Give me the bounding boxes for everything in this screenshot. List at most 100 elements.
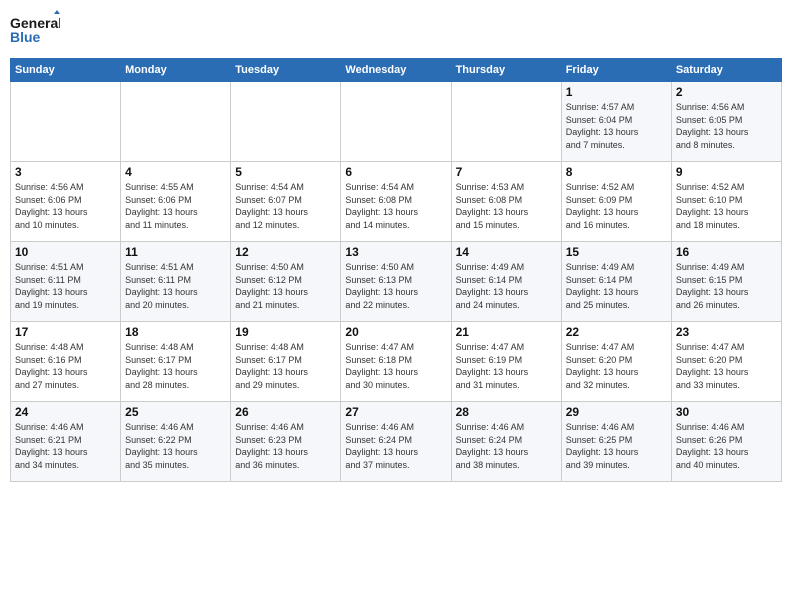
weekday-header-wednesday: Wednesday	[341, 59, 451, 82]
day-info: Sunrise: 4:46 AM Sunset: 6:25 PM Dayligh…	[566, 421, 667, 471]
day-info: Sunrise: 4:56 AM Sunset: 6:05 PM Dayligh…	[676, 101, 777, 151]
day-info: Sunrise: 4:49 AM Sunset: 6:14 PM Dayligh…	[456, 261, 557, 311]
day-info: Sunrise: 4:52 AM Sunset: 6:10 PM Dayligh…	[676, 181, 777, 231]
day-info: Sunrise: 4:54 AM Sunset: 6:07 PM Dayligh…	[235, 181, 336, 231]
week-row-5: 24 Sunrise: 4:46 AM Sunset: 6:21 PM Dayli…	[11, 402, 782, 482]
day-number: 11	[125, 245, 226, 259]
day-number: 22	[566, 325, 667, 339]
calendar-cell: 27 Sunrise: 4:46 AM Sunset: 6:24 PM Dayli…	[341, 402, 451, 482]
calendar-header: SundayMondayTuesdayWednesdayThursdayFrid…	[11, 59, 782, 82]
day-number: 25	[125, 405, 226, 419]
logo-svg: General Blue	[10, 10, 60, 50]
day-info: Sunrise: 4:53 AM Sunset: 6:08 PM Dayligh…	[456, 181, 557, 231]
day-info: Sunrise: 4:46 AM Sunset: 6:23 PM Dayligh…	[235, 421, 336, 471]
calendar-cell: 20 Sunrise: 4:47 AM Sunset: 6:18 PM Dayli…	[341, 322, 451, 402]
day-number: 15	[566, 245, 667, 259]
day-info: Sunrise: 4:49 AM Sunset: 6:14 PM Dayligh…	[566, 261, 667, 311]
day-number: 8	[566, 165, 667, 179]
day-info: Sunrise: 4:56 AM Sunset: 6:06 PM Dayligh…	[15, 181, 116, 231]
day-info: Sunrise: 4:54 AM Sunset: 6:08 PM Dayligh…	[345, 181, 446, 231]
calendar-cell: 29 Sunrise: 4:46 AM Sunset: 6:25 PM Dayli…	[561, 402, 671, 482]
day-info: Sunrise: 4:50 AM Sunset: 6:12 PM Dayligh…	[235, 261, 336, 311]
day-info: Sunrise: 4:46 AM Sunset: 6:24 PM Dayligh…	[456, 421, 557, 471]
day-number: 27	[345, 405, 446, 419]
day-number: 30	[676, 405, 777, 419]
day-info: Sunrise: 4:46 AM Sunset: 6:21 PM Dayligh…	[15, 421, 116, 471]
weekday-header-thursday: Thursday	[451, 59, 561, 82]
calendar-cell: 22 Sunrise: 4:47 AM Sunset: 6:20 PM Dayli…	[561, 322, 671, 402]
day-info: Sunrise: 4:46 AM Sunset: 6:26 PM Dayligh…	[676, 421, 777, 471]
day-number: 5	[235, 165, 336, 179]
weekday-header-sunday: Sunday	[11, 59, 121, 82]
calendar-cell: 19Sunrise: 4:48 AM Sunset: 6:17 PM Dayli…	[231, 322, 341, 402]
calendar-cell	[11, 82, 121, 162]
calendar-cell: 5 Sunrise: 4:54 AM Sunset: 6:07 PM Daylig…	[231, 162, 341, 242]
day-info: Sunrise: 4:48 AM Sunset: 6:16 PM Dayligh…	[15, 341, 116, 391]
day-number: 2	[676, 85, 777, 99]
calendar-cell: 25 Sunrise: 4:46 AM Sunset: 6:22 PM Dayli…	[121, 402, 231, 482]
calendar-cell: 8 Sunrise: 4:52 AM Sunset: 6:09 PM Daylig…	[561, 162, 671, 242]
day-info: Sunrise: 4:52 AM Sunset: 6:09 PM Dayligh…	[566, 181, 667, 231]
calendar-cell: 4 Sunrise: 4:55 AM Sunset: 6:06 PM Daylig…	[121, 162, 231, 242]
weekday-header-row: SundayMondayTuesdayWednesdayThursdayFrid…	[11, 59, 782, 82]
day-info: Sunrise: 4:55 AM Sunset: 6:06 PM Dayligh…	[125, 181, 226, 231]
day-number: 1	[566, 85, 667, 99]
day-info: Sunrise: 4:48 AM Sunset: 6:17 PM Dayligh…	[235, 341, 336, 391]
day-number: 28	[456, 405, 557, 419]
week-row-2: 3Sunrise: 4:56 AM Sunset: 6:06 PM Daylig…	[11, 162, 782, 242]
day-info: Sunrise: 4:46 AM Sunset: 6:24 PM Dayligh…	[345, 421, 446, 471]
calendar-cell: 23 Sunrise: 4:47 AM Sunset: 6:20 PM Dayli…	[671, 322, 781, 402]
day-number: 7	[456, 165, 557, 179]
day-info: Sunrise: 4:47 AM Sunset: 6:20 PM Dayligh…	[566, 341, 667, 391]
calendar-body: 1 Sunrise: 4:57 AM Sunset: 6:04 PM Daylig…	[11, 82, 782, 482]
weekday-header-tuesday: Tuesday	[231, 59, 341, 82]
calendar-cell: 9 Sunrise: 4:52 AM Sunset: 6:10 PM Daylig…	[671, 162, 781, 242]
day-info: Sunrise: 4:51 AM Sunset: 6:11 PM Dayligh…	[15, 261, 116, 311]
day-number: 4	[125, 165, 226, 179]
calendar-cell: 30 Sunrise: 4:46 AM Sunset: 6:26 PM Dayli…	[671, 402, 781, 482]
week-row-1: 1 Sunrise: 4:57 AM Sunset: 6:04 PM Daylig…	[11, 82, 782, 162]
day-number: 29	[566, 405, 667, 419]
weekday-header-monday: Monday	[121, 59, 231, 82]
day-number: 17	[15, 325, 116, 339]
day-info: Sunrise: 4:47 AM Sunset: 6:18 PM Dayligh…	[345, 341, 446, 391]
day-info: Sunrise: 4:57 AM Sunset: 6:04 PM Dayligh…	[566, 101, 667, 151]
calendar-cell: 15 Sunrise: 4:49 AM Sunset: 6:14 PM Dayli…	[561, 242, 671, 322]
day-info: Sunrise: 4:47 AM Sunset: 6:20 PM Dayligh…	[676, 341, 777, 391]
calendar-cell: 11 Sunrise: 4:51 AM Sunset: 6:11 PM Dayli…	[121, 242, 231, 322]
day-number: 6	[345, 165, 446, 179]
calendar-cell	[451, 82, 561, 162]
day-info: Sunrise: 4:48 AM Sunset: 6:17 PM Dayligh…	[125, 341, 226, 391]
week-row-4: 17 Sunrise: 4:48 AM Sunset: 6:16 PM Dayli…	[11, 322, 782, 402]
day-info: Sunrise: 4:46 AM Sunset: 6:22 PM Dayligh…	[125, 421, 226, 471]
calendar-cell: 13Sunrise: 4:50 AM Sunset: 6:13 PM Dayli…	[341, 242, 451, 322]
day-info: Sunrise: 4:49 AM Sunset: 6:15 PM Dayligh…	[676, 261, 777, 311]
day-number: 14	[456, 245, 557, 259]
day-number: 12	[235, 245, 336, 259]
calendar-cell: 21 Sunrise: 4:47 AM Sunset: 6:19 PM Dayli…	[451, 322, 561, 402]
calendar-cell: 12 Sunrise: 4:50 AM Sunset: 6:12 PM Dayli…	[231, 242, 341, 322]
weekday-header-friday: Friday	[561, 59, 671, 82]
day-number: 26	[235, 405, 336, 419]
calendar-cell: 14 Sunrise: 4:49 AM Sunset: 6:14 PM Dayli…	[451, 242, 561, 322]
calendar-cell: 10Sunrise: 4:51 AM Sunset: 6:11 PM Dayli…	[11, 242, 121, 322]
day-number: 23	[676, 325, 777, 339]
weekday-header-saturday: Saturday	[671, 59, 781, 82]
day-number: 16	[676, 245, 777, 259]
calendar-cell: 18Sunrise: 4:48 AM Sunset: 6:17 PM Dayli…	[121, 322, 231, 402]
day-number: 9	[676, 165, 777, 179]
calendar-cell: 7 Sunrise: 4:53 AM Sunset: 6:08 PM Daylig…	[451, 162, 561, 242]
day-info: Sunrise: 4:47 AM Sunset: 6:19 PM Dayligh…	[456, 341, 557, 391]
calendar-cell: 3Sunrise: 4:56 AM Sunset: 6:06 PM Daylig…	[11, 162, 121, 242]
calendar-table: SundayMondayTuesdayWednesdayThursdayFrid…	[10, 58, 782, 482]
calendar-cell: 26 Sunrise: 4:46 AM Sunset: 6:23 PM Dayli…	[231, 402, 341, 482]
day-info: Sunrise: 4:51 AM Sunset: 6:11 PM Dayligh…	[125, 261, 226, 311]
logo: General Blue	[10, 10, 60, 50]
calendar-cell: 2 Sunrise: 4:56 AM Sunset: 6:05 PM Daylig…	[671, 82, 781, 162]
day-number: 24	[15, 405, 116, 419]
calendar-cell	[341, 82, 451, 162]
calendar-cell: 6 Sunrise: 4:54 AM Sunset: 6:08 PM Daylig…	[341, 162, 451, 242]
svg-text:Blue: Blue	[10, 29, 41, 45]
day-number: 20	[345, 325, 446, 339]
day-number: 21	[456, 325, 557, 339]
